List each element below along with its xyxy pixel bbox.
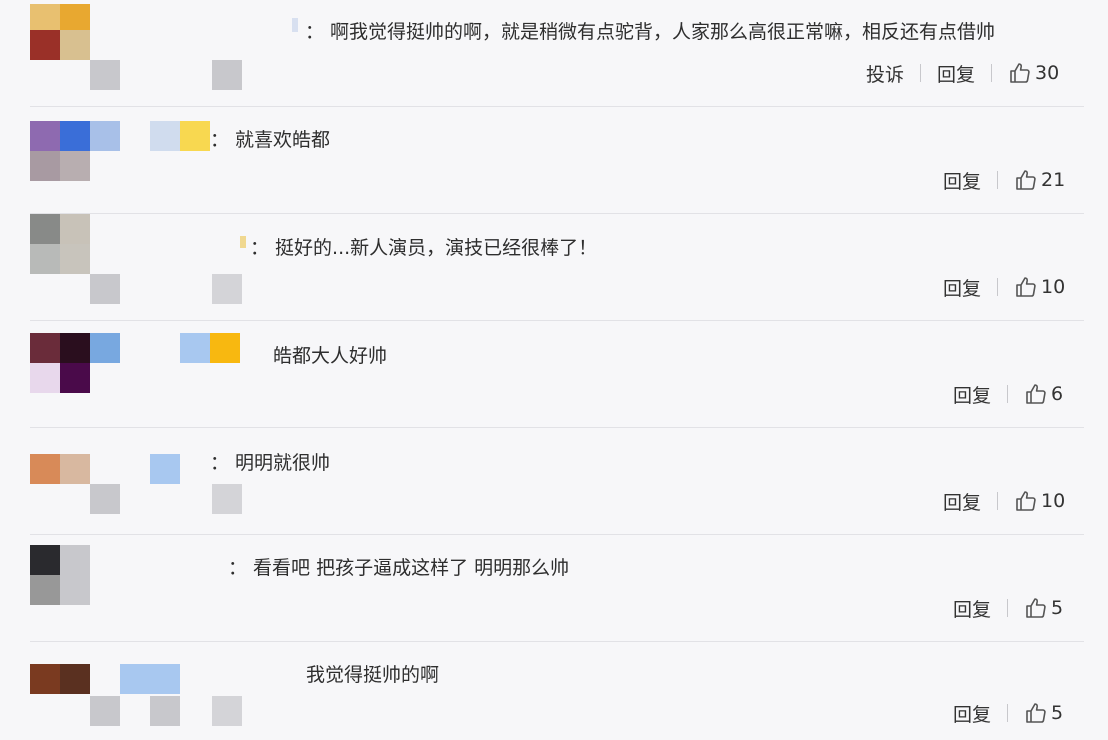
avatar[interactable] [30, 107, 245, 199]
separator [1007, 599, 1009, 617]
thumbs-up-icon [1010, 63, 1030, 83]
separator [997, 492, 999, 510]
comment-text: ： 啊我觉得挺帅的啊，就是稍微有点驼背，人家那么高很正常嘛，相反还有点借帅 [305, 21, 996, 43]
reply-button[interactable]: 回复 [937, 60, 975, 87]
thumbs-up-icon [1026, 598, 1046, 618]
comment-item: ： 啊我觉得挺帅的啊，就是稍微有点驼背，人家那么高很正常嘛，相反还有点借帅 投诉… [0, 0, 1108, 107]
reply-button[interactable]: 回复 [953, 381, 991, 408]
comment-text: ： 明明就很帅 [210, 452, 331, 474]
thumbs-up-icon [1016, 170, 1036, 190]
like-count: 10 [1041, 276, 1066, 298]
reply-button[interactable]: 回复 [943, 167, 981, 194]
comment-actions: 投诉 回复 30 [866, 58, 1059, 88]
like-count: 30 [1035, 62, 1060, 84]
comment-list: ： 啊我觉得挺帅的啊，就是稍微有点驼背，人家那么高很正常嘛，相反还有点借帅 投诉… [0, 0, 1108, 740]
like-button[interactable]: 5 [1024, 596, 1063, 620]
report-button[interactable]: 投诉 [866, 60, 904, 87]
comment-actions: 回复 10 [943, 486, 1065, 516]
comment-item: 我觉得挺帅的啊 回复 5 [0, 642, 1108, 740]
separator [997, 278, 999, 296]
reply-button[interactable]: 回复 [943, 274, 981, 301]
comment-actions: 回复 21 [943, 165, 1065, 195]
like-count: 5 [1051, 597, 1064, 619]
avatar[interactable] [30, 642, 245, 734]
separator [1007, 704, 1009, 722]
reply-button[interactable]: 回复 [953, 700, 991, 727]
comment-item: 皓都大人好帅 回复 6 [0, 321, 1108, 428]
like-button[interactable]: 30 [1008, 61, 1059, 85]
thumbs-up-icon [1026, 703, 1046, 723]
thumbs-up-icon [1016, 277, 1036, 297]
comment-text: 我觉得挺帅的啊 [306, 664, 440, 686]
thumbs-up-icon [1026, 384, 1046, 404]
comment-item: ： 就喜欢皓都 回复 21 [0, 107, 1108, 214]
comment-text: ： 就喜欢皓都 [210, 129, 331, 151]
comment-actions: 回复 5 [953, 698, 1063, 728]
comment-text: ： 挺好的...新人演员，演技已经很棒了！ [250, 237, 598, 259]
thumbs-up-icon [1016, 491, 1036, 511]
comment-item: ： 明明就很帅 回复 10 [0, 428, 1108, 535]
separator [1007, 385, 1009, 403]
comment-actions: 回复 10 [943, 272, 1065, 302]
like-count: 21 [1041, 169, 1066, 191]
comment-item: ： 挺好的...新人演员，演技已经很棒了！ 回复 10 [0, 214, 1108, 321]
comment-text: ： 看看吧 把孩子逼成这样了 明明那么帅 [228, 557, 570, 579]
like-button[interactable]: 6 [1024, 382, 1063, 406]
like-button[interactable]: 21 [1014, 168, 1065, 192]
avatar[interactable] [30, 321, 245, 413]
comment-actions: 回复 5 [953, 593, 1063, 623]
like-button[interactable]: 10 [1014, 275, 1065, 299]
like-button[interactable]: 10 [1014, 489, 1065, 513]
separator [920, 64, 922, 82]
like-count: 10 [1041, 490, 1066, 512]
avatar[interactable] [30, 0, 298, 92]
like-button[interactable]: 5 [1024, 701, 1063, 725]
like-count: 6 [1051, 383, 1064, 405]
reply-button[interactable]: 回复 [943, 488, 981, 515]
comment-actions: 回复 6 [953, 379, 1063, 409]
like-count: 5 [1051, 702, 1064, 724]
avatar[interactable] [30, 535, 245, 627]
reply-button[interactable]: 回复 [953, 595, 991, 622]
comment-item: ： 看看吧 把孩子逼成这样了 明明那么帅 回复 5 [0, 535, 1108, 642]
comment-text: 皓都大人好帅 [273, 345, 388, 367]
separator [991, 64, 993, 82]
separator [997, 171, 999, 189]
avatar[interactable] [30, 214, 246, 306]
